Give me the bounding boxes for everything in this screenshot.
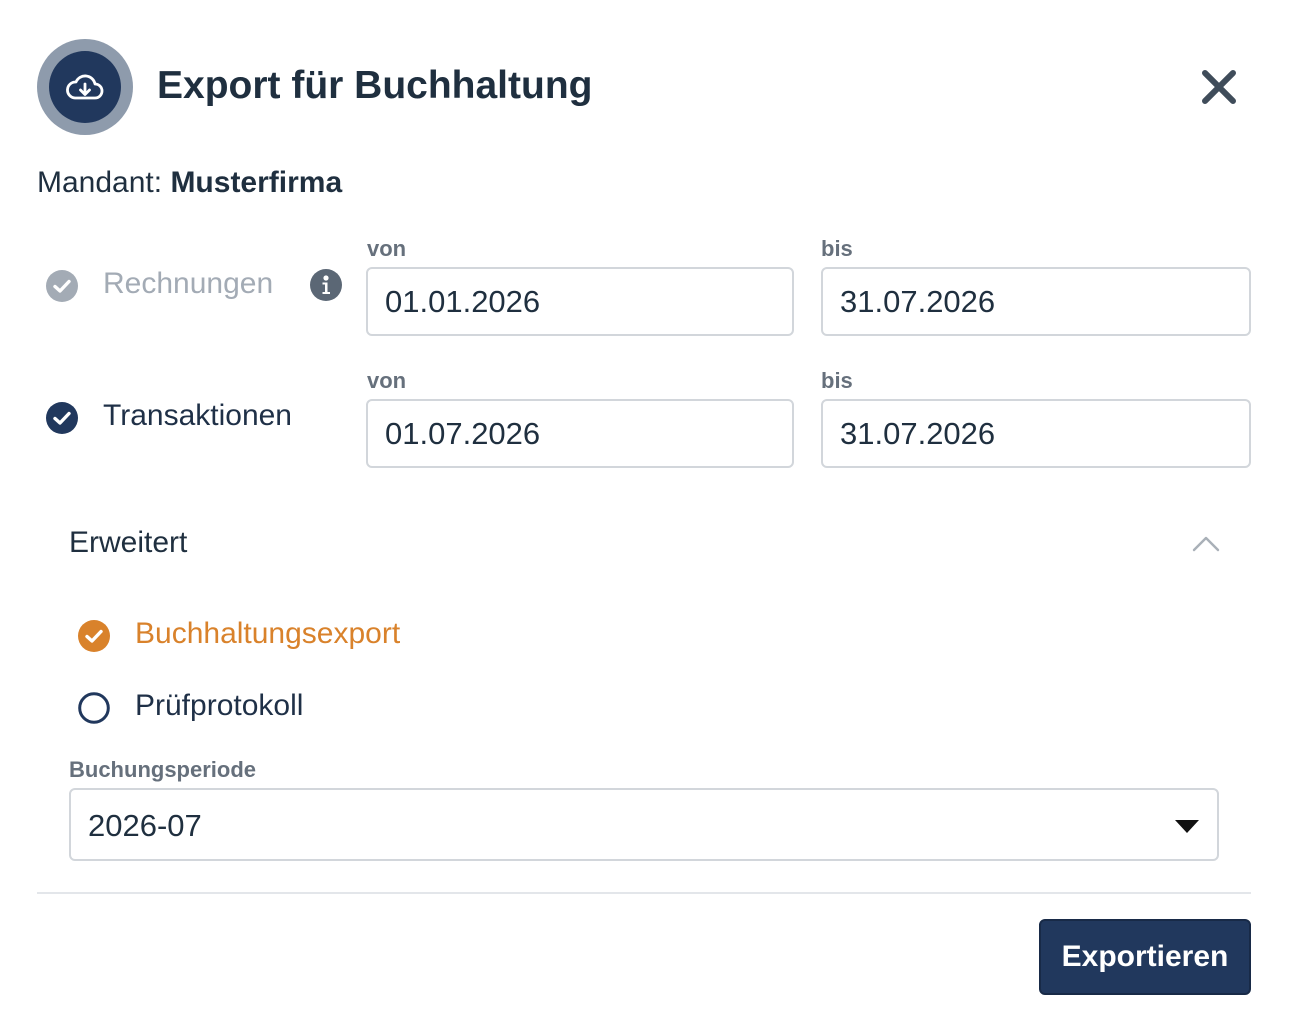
header-icon-badge <box>37 39 133 135</box>
mandant-line: Mandant: Musterfirma <box>37 166 342 200</box>
period-select-value: 2026-07 <box>88 808 202 843</box>
advanced-section-label[interactable]: Erweitert <box>69 526 187 560</box>
export-button[interactable]: Exportieren <box>1039 919 1251 995</box>
chevron-up-icon[interactable] <box>1190 530 1222 558</box>
transaktionen-from-input[interactable] <box>366 399 794 468</box>
period-label: Buchungsperiode <box>69 757 257 782</box>
buchhaltungsexport-radio-icon[interactable] <box>78 620 110 652</box>
period-select[interactable]: 2026-07 <box>69 788 1219 861</box>
mandant-value: Musterfirma <box>170 166 343 199</box>
pruefprotokoll-label[interactable]: Prüfprotokoll <box>135 689 303 723</box>
rechnungen-from-label: von <box>367 236 407 261</box>
transaktionen-to-input[interactable] <box>821 399 1251 468</box>
footer-divider <box>37 892 1251 894</box>
info-icon[interactable] <box>310 269 342 301</box>
rechnungen-to-input[interactable] <box>821 267 1251 336</box>
transaktionen-checkbox-icon[interactable] <box>46 402 78 434</box>
transaktionen-to-label: bis <box>821 368 853 393</box>
close-icon[interactable] <box>1196 64 1242 110</box>
rechnungen-from-input[interactable] <box>366 267 794 336</box>
rechnungen-label: Rechnungen <box>103 267 274 300</box>
cloud-download-icon <box>49 51 121 123</box>
rechnungen-checkbox-icon[interactable] <box>46 270 78 302</box>
transaktionen-label: Transaktionen <box>103 399 292 432</box>
dialog-title: Export für Buchhaltung <box>157 64 593 107</box>
pruefprotokoll-radio-icon[interactable] <box>78 692 110 724</box>
buchhaltungsexport-label[interactable]: Buchhaltungsexport <box>135 617 400 651</box>
mandant-label: Mandant: <box>37 166 163 199</box>
rechnungen-to-label: bis <box>821 236 853 261</box>
transaktionen-from-label: von <box>367 368 407 393</box>
caret-down-icon <box>1175 820 1199 833</box>
